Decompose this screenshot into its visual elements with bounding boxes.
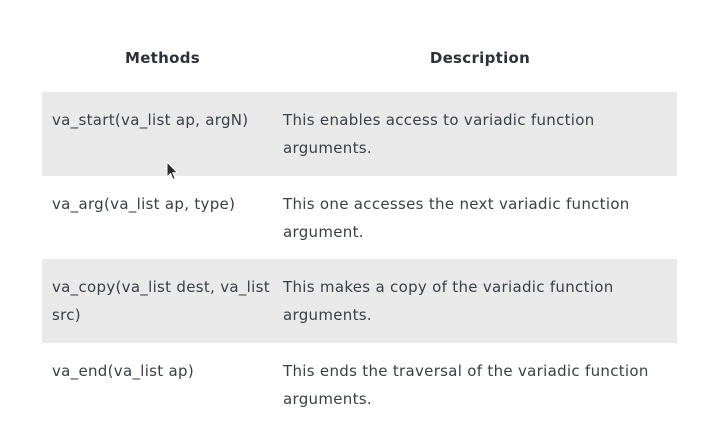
mouse-pointer-icon	[166, 161, 179, 181]
header-description: Description	[429, 49, 531, 67]
table-row: va_arg(va_list ap, type) This one access…	[42, 176, 677, 260]
description-cell: This enables access to variadic function…	[283, 111, 595, 157]
table-row: va_end(va_list ap) This ends the travers…	[42, 343, 677, 427]
table-row: va_start(va_list ap, argN) This enables …	[42, 92, 677, 176]
description-cell: This one accesses the next variadic func…	[283, 194, 630, 241]
method-cell: va_copy(va_list dest, va_list src)	[52, 278, 270, 324]
description-cell: This ends the traversal of the variadic …	[283, 361, 649, 408]
methods-table: Methods Description va_start(va_list ap,…	[42, 24, 677, 426]
header-methods: Methods	[124, 49, 201, 67]
method-cell: va_arg(va_list ap, type)	[52, 194, 236, 213]
table-row: va_copy(va_list dest, va_list src) This …	[42, 259, 677, 343]
table-header: Methods Description	[42, 24, 677, 92]
description-cell: This makes a copy of the variadic functi…	[283, 278, 614, 324]
method-cell: va_end(va_list ap)	[52, 361, 195, 380]
method-cell: va_start(va_list ap, argN)	[52, 111, 249, 129]
